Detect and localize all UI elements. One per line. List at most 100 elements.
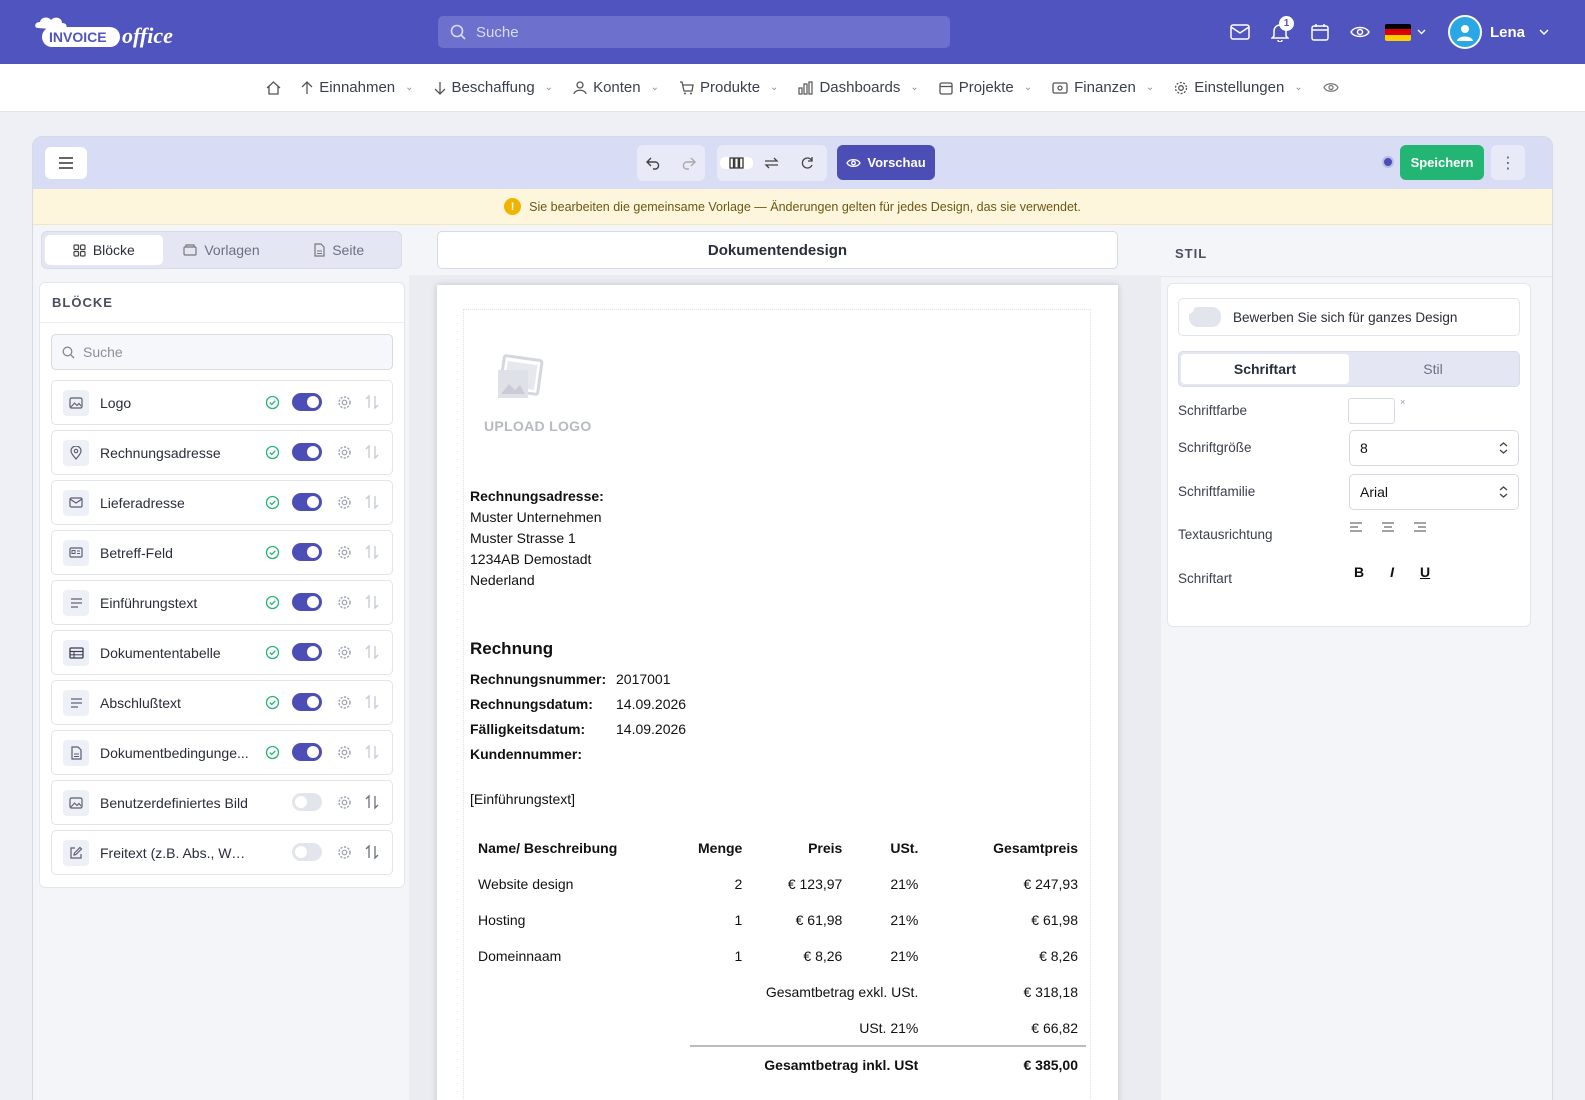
- columns-view-button[interactable]: [720, 157, 754, 169]
- gear-icon[interactable]: [337, 645, 352, 660]
- bell-icon[interactable]: 1: [1260, 12, 1300, 52]
- block-toggle[interactable]: [292, 693, 322, 711]
- block-item[interactable]: Dokumententabelle: [51, 630, 393, 675]
- tab-stil[interactable]: Stil: [1349, 354, 1517, 384]
- redo-button[interactable]: [671, 157, 705, 170]
- tab-vorlagen[interactable]: Vorlagen: [163, 235, 281, 265]
- block-toggle[interactable]: [292, 593, 322, 611]
- italic-button[interactable]: I: [1390, 564, 1394, 580]
- font-family-select[interactable]: Arial: [1349, 474, 1519, 510]
- block-toggle[interactable]: [292, 493, 322, 511]
- nav-home[interactable]: [256, 64, 291, 112]
- left-panel-tabs: Blöcke Vorlagen Seite: [41, 231, 402, 269]
- table-cell: 1: [734, 948, 743, 964]
- svg-text:INVOICE: INVOICE: [49, 29, 107, 45]
- sort-handle-icon[interactable]: [365, 694, 379, 710]
- tax-row: USt. 21% € 66,82: [470, 1010, 1086, 1046]
- block-toggle[interactable]: [292, 443, 322, 461]
- clear-color-icon[interactable]: ×: [1400, 397, 1405, 407]
- nav-visibility[interactable]: [1313, 64, 1349, 112]
- intro-text[interactable]: [Einführungstext]: [470, 791, 575, 807]
- preview-button[interactable]: Vorschau: [837, 145, 935, 180]
- check-circle-icon: [265, 395, 280, 410]
- undo-button[interactable]: [637, 157, 671, 170]
- language-selector[interactable]: [1380, 12, 1432, 52]
- gear-icon[interactable]: [337, 595, 352, 610]
- gear-icon[interactable]: [337, 495, 352, 510]
- mail-icon[interactable]: [1220, 12, 1260, 52]
- redo-icon: [682, 157, 696, 170]
- block-item[interactable]: Abschlußtext: [51, 680, 393, 725]
- bold-button[interactable]: B: [1354, 564, 1364, 580]
- underline-button[interactable]: U: [1420, 564, 1430, 580]
- nav-konten[interactable]: Konten ⌄: [563, 64, 669, 112]
- nav-produkte[interactable]: Produkte ⌄: [669, 64, 788, 112]
- nav-label: Projekte: [958, 79, 1014, 96]
- nav-beschaffung[interactable]: Beschaffung ⌄: [424, 64, 564, 112]
- block-item[interactable]: Logo: [51, 380, 393, 425]
- save-button[interactable]: Speichern: [1400, 145, 1484, 180]
- block-toggle[interactable]: [292, 793, 322, 811]
- gear-icon[interactable]: [337, 545, 352, 560]
- font-color-picker[interactable]: [1348, 398, 1395, 424]
- align-center-icon[interactable]: [1381, 522, 1395, 532]
- gear-icon[interactable]: [337, 745, 352, 760]
- font-size-select[interactable]: 8: [1349, 430, 1519, 466]
- refresh-button[interactable]: [791, 156, 824, 170]
- align-left-icon[interactable]: [1349, 522, 1363, 532]
- apply-whole-design-toggle[interactable]: Bewerben Sie sich für ganzes Design: [1178, 298, 1520, 336]
- block-item[interactable]: Freitext (z.B. Abs., Werbete...: [51, 830, 393, 875]
- block-item[interactable]: Lieferadresse: [51, 480, 393, 525]
- calendar-icon[interactable]: [1300, 12, 1340, 52]
- block-item[interactable]: Rechnungsadresse: [51, 430, 393, 475]
- arrow-down-icon: [434, 81, 446, 95]
- document-table[interactable]: Name/ Beschreibung Menge Preis USt. Gesa…: [470, 830, 1086, 1082]
- sort-handle-icon[interactable]: [365, 594, 379, 610]
- billing-address-block[interactable]: Rechnungsadresse: Muster Unternehmen Mus…: [470, 486, 604, 591]
- block-item[interactable]: Betreff-Feld: [51, 530, 393, 575]
- user-menu[interactable]: Lena: [1447, 15, 1549, 49]
- sort-handle-icon[interactable]: [365, 494, 379, 510]
- gear-icon[interactable]: [337, 845, 352, 860]
- block-toggle[interactable]: [292, 643, 322, 661]
- block-item[interactable]: Einführungstext: [51, 580, 393, 625]
- apply-toggle[interactable]: [1189, 307, 1221, 327]
- gear-icon[interactable]: [337, 795, 352, 810]
- block-toggle[interactable]: [292, 843, 322, 861]
- chevron-down-icon: ⌄: [1145, 82, 1155, 93]
- more-options-button[interactable]: ⋮: [1491, 145, 1525, 180]
- sort-handle-icon[interactable]: [365, 544, 379, 560]
- block-toggle[interactable]: [292, 393, 322, 411]
- tab-schriftart[interactable]: Schriftart: [1181, 354, 1349, 384]
- refresh-icon: [802, 157, 813, 169]
- nav-dashboards[interactable]: Dashboards ⌄: [788, 64, 928, 112]
- tab-seite[interactable]: Seite: [280, 235, 398, 265]
- sort-handle-icon[interactable]: [365, 444, 379, 460]
- blocks-search-input[interactable]: Suche: [51, 334, 393, 370]
- block-toggle[interactable]: [292, 543, 322, 561]
- invoice-meta[interactable]: Rechnungsnummer: 2017001 Rechnungsdatum: 1…: [470, 666, 686, 766]
- gear-icon[interactable]: [337, 695, 352, 710]
- eye-icon[interactable]: [1340, 12, 1380, 52]
- sort-handle-icon[interactable]: [365, 394, 379, 410]
- sidebar-toggle-button[interactable]: [45, 147, 87, 179]
- nav-einstellungen[interactable]: Einstellungen ⌄: [1164, 64, 1312, 112]
- app-logo[interactable]: INVOICE office: [32, 14, 182, 50]
- nav-finanzen[interactable]: Finanzen ⌄: [1042, 64, 1164, 112]
- gear-icon[interactable]: [337, 395, 352, 410]
- gear-icon[interactable]: [337, 445, 352, 460]
- block-item[interactable]: Dokumentbedingunge...: [51, 730, 393, 775]
- global-search[interactable]: Suche: [438, 16, 950, 48]
- sort-handle-icon[interactable]: [365, 644, 379, 660]
- nav-projekte[interactable]: Projekte ⌄: [929, 64, 1042, 112]
- tab-bloecke[interactable]: Blöcke: [45, 235, 163, 265]
- sort-handle-icon[interactable]: [365, 794, 379, 810]
- swap-button[interactable]: [755, 157, 788, 169]
- nav-einnahmen[interactable]: Einnahmen ⌄: [291, 64, 423, 112]
- align-right-icon[interactable]: [1413, 522, 1427, 532]
- block-item[interactable]: Benutzerdefiniertes Bild: [51, 780, 393, 825]
- sort-handle-icon[interactable]: [365, 844, 379, 860]
- block-toggle[interactable]: [292, 743, 322, 761]
- check-circle-icon: [265, 445, 280, 460]
- sort-handle-icon[interactable]: [365, 744, 379, 760]
